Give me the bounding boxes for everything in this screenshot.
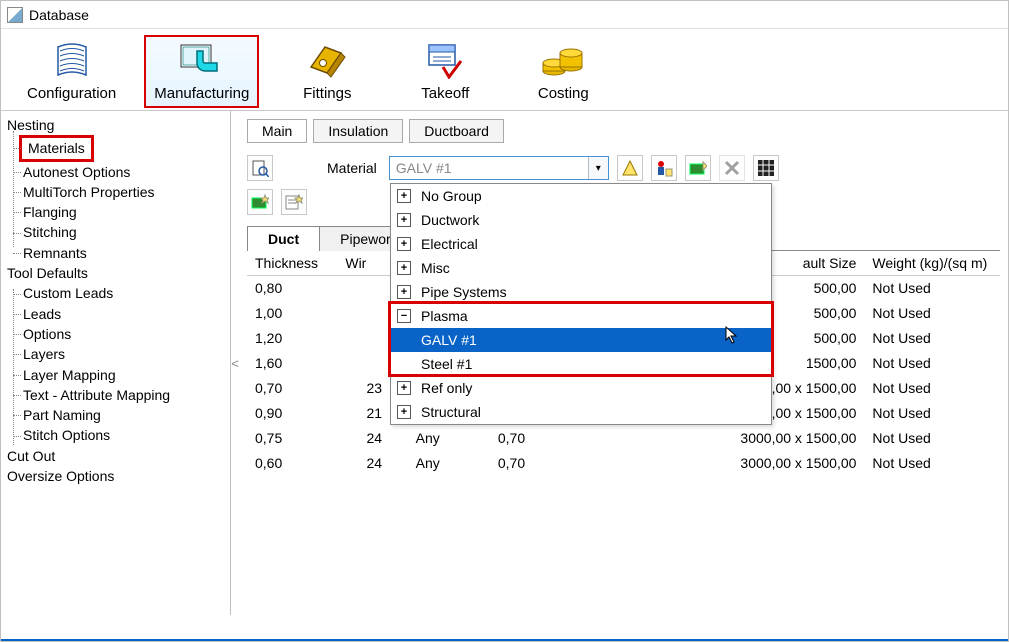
splitter-handle[interactable]: <	[231, 111, 239, 615]
data-tab-duct[interactable]: Duct	[247, 226, 320, 251]
dropdown-item-ductwork[interactable]: +Ductwork	[391, 208, 771, 232]
toolbar-fittings[interactable]: Fittings	[277, 35, 377, 108]
col-wire[interactable]: Wir	[337, 251, 390, 276]
collapse-icon: −	[397, 309, 411, 323]
expand-icon: +	[397, 381, 411, 395]
app-icon	[7, 7, 23, 23]
content-panel: Main Insulation Ductboard Material GALV …	[239, 111, 1008, 615]
info-button[interactable]	[651, 155, 677, 181]
manufacturing-icon	[179, 39, 225, 83]
chevron-down-icon: ▾	[588, 157, 608, 179]
toolbar-costing[interactable]: Costing	[513, 35, 613, 108]
toolbar-label: Configuration	[27, 85, 116, 102]
material-combo-text: GALV #1	[390, 160, 588, 176]
table-row[interactable]: 0,6024Any0,703000,00 x 1500,00Not Used	[247, 451, 1000, 476]
takeoff-icon	[425, 39, 465, 83]
subtab-main[interactable]: Main	[247, 119, 307, 143]
note-star-button[interactable]	[281, 189, 307, 215]
dropdown-item-galv1[interactable]: GALV #1	[391, 328, 771, 352]
dropdown-item-plasma[interactable]: −Plasma	[391, 304, 771, 328]
tree-item-part-naming[interactable]: Part Naming	[7, 405, 224, 425]
tree-group-nesting[interactable]: Nesting	[7, 115, 224, 135]
tree-item-materials[interactable]: Materials	[7, 135, 224, 161]
new-item-button[interactable]	[617, 155, 643, 181]
add-button[interactable]	[685, 155, 711, 181]
tree-item-custom-leads[interactable]: Custom Leads	[7, 283, 224, 303]
body-split: Nesting Materials Autonest Options Multi…	[1, 111, 1008, 615]
tree-group-tool-defaults[interactable]: Tool Defaults	[7, 263, 224, 283]
expand-icon: +	[397, 261, 411, 275]
preview-button[interactable]	[247, 155, 273, 181]
material-combo[interactable]: GALV #1 ▾	[389, 156, 609, 180]
tree-group-cut-out[interactable]: Cut Out	[7, 446, 224, 466]
subtab-insulation[interactable]: Insulation	[313, 119, 403, 143]
expand-icon: +	[397, 237, 411, 251]
tree-item-layer-mapping[interactable]: Layer Mapping	[7, 365, 224, 385]
tree-item-autonest-options[interactable]: Autonest Options	[7, 162, 224, 182]
app-window: Database Configuration Manufacturing	[0, 0, 1009, 642]
toolbar-label: Costing	[538, 85, 589, 102]
toolbar-configuration[interactable]: Configuration	[17, 35, 126, 108]
expand-icon: +	[397, 405, 411, 419]
subtabs: Main Insulation Ductboard	[247, 119, 1000, 143]
dropdown-item-structural[interactable]: +Structural	[391, 400, 771, 424]
new-star-button[interactable]	[247, 189, 273, 215]
toolbar-label: Manufacturing	[154, 85, 249, 102]
dropdown-item-electrical[interactable]: +Electrical	[391, 232, 771, 256]
title-bar: Database	[1, 1, 1008, 29]
dropdown-item-misc[interactable]: +Misc	[391, 256, 771, 280]
tree-group-oversize-options[interactable]: Oversize Options	[7, 466, 224, 486]
configuration-icon	[52, 39, 92, 83]
toolbar-label: Fittings	[303, 85, 351, 102]
subtab-ductboard[interactable]: Ductboard	[409, 119, 504, 143]
main-toolbar: Configuration Manufacturing Fittings	[1, 29, 1008, 111]
material-row: Material GALV #1 ▾ +No Group +Ductwork +…	[247, 155, 1000, 181]
tree-item-flanging[interactable]: Flanging	[7, 202, 224, 222]
tree-item-leads[interactable]: Leads	[7, 304, 224, 324]
toolbar-takeoff[interactable]: Takeoff	[395, 35, 495, 108]
fittings-icon	[307, 39, 347, 83]
tree-item-multitorch-properties[interactable]: MultiTorch Properties	[7, 182, 224, 202]
tree-item-stitching[interactable]: Stitching	[7, 222, 224, 242]
dropdown-item-pipe-systems[interactable]: +Pipe Systems	[391, 280, 771, 304]
dropdown-item-no-group[interactable]: +No Group	[391, 184, 771, 208]
material-label: Material	[327, 160, 377, 176]
tree-item-options[interactable]: Options	[7, 324, 224, 344]
expand-icon: +	[397, 285, 411, 299]
toolbar-manufacturing[interactable]: Manufacturing	[144, 35, 259, 108]
costing-icon	[541, 39, 585, 83]
material-dropdown[interactable]: +No Group +Ductwork +Electrical +Misc +P…	[390, 183, 772, 425]
delete-button	[719, 155, 745, 181]
sidebar-tree: Nesting Materials Autonest Options Multi…	[1, 111, 231, 615]
tree-item-stitch-options[interactable]: Stitch Options	[7, 425, 224, 445]
expand-icon: +	[397, 189, 411, 203]
col-weight[interactable]: Weight (kg)/(sq m)	[864, 251, 1000, 276]
toolbar-label: Takeoff	[421, 85, 469, 102]
col-thickness[interactable]: Thickness	[247, 251, 337, 276]
tree-item-remnants[interactable]: Remnants	[7, 243, 224, 263]
dropdown-item-ref-only[interactable]: +Ref only	[391, 376, 771, 400]
window-bottom-border	[1, 639, 1008, 641]
window-title: Database	[29, 7, 89, 23]
dropdown-item-steel1[interactable]: Steel #1	[391, 352, 771, 376]
tree-item-text-attribute-mapping[interactable]: Text - Attribute Mapping	[7, 385, 224, 405]
table-row[interactable]: 0,7524Any0,703000,00 x 1500,00Not Used	[247, 426, 1000, 451]
grid-button[interactable]	[753, 155, 779, 181]
expand-icon: +	[397, 213, 411, 227]
tree-item-layers[interactable]: Layers	[7, 344, 224, 364]
